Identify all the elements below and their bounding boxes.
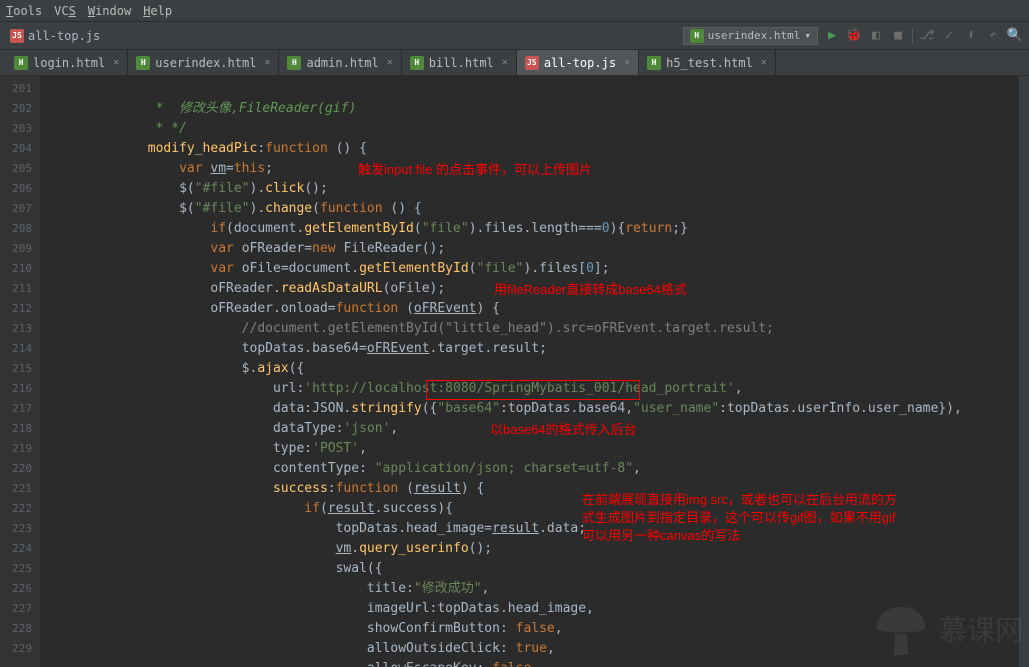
annotation-1: 触发input file 的点击事件，可以上传图片	[358, 160, 592, 180]
menu-help[interactable]: Help	[143, 4, 172, 18]
close-icon[interactable]: ✕	[264, 57, 270, 68]
line-gutter: 201 202 203 204 205 206 207 208 209 210 …	[0, 76, 40, 667]
run-config-select[interactable]: H userindex.html ▾	[683, 27, 818, 45]
vertical-scrollbar[interactable]	[1019, 76, 1029, 667]
search-icon[interactable]: 🔍	[1007, 28, 1023, 44]
breadcrumb-file-label: all-top.js	[28, 29, 100, 43]
annotation-4: 在前端展现直接用img src，或者也可以在后台用流的方式生成图片到指定目录，这…	[582, 491, 902, 545]
html-file-icon: H	[14, 56, 28, 70]
update-icon[interactable]: ⬇	[963, 28, 979, 44]
watermark: 慕课网	[871, 601, 1023, 661]
close-icon[interactable]: ✕	[113, 57, 119, 68]
html-file-icon: H	[410, 56, 424, 70]
annotation-3: 以base64的格式传入后台	[490, 420, 637, 440]
html-file-icon: H	[287, 56, 301, 70]
tab-userindex[interactable]: Huserindex.html✕	[128, 50, 279, 75]
close-icon[interactable]: ✕	[387, 57, 393, 68]
html-file-icon: H	[136, 56, 150, 70]
tab-h5-test[interactable]: Hh5_test.html✕	[639, 50, 776, 75]
revert-icon[interactable]: ↶	[985, 28, 1001, 44]
menu-bar: Tools VCS Window Help	[0, 0, 1029, 22]
commit-icon[interactable]: ✓	[941, 28, 957, 44]
mushroom-icon	[871, 601, 931, 661]
menu-window[interactable]: Window	[88, 4, 131, 18]
annotation-2: 用fileReader直接转成base64格式	[494, 280, 687, 300]
js-file-icon: JS	[10, 29, 24, 43]
editor-area: 201 202 203 204 205 206 207 208 209 210 …	[0, 76, 1029, 667]
js-file-icon: JS	[525, 56, 539, 70]
toolbar: JS all-top.js H userindex.html ▾ ▶ 🐞 ◧ ■…	[0, 22, 1029, 50]
tab-admin[interactable]: Hadmin.html✕	[279, 50, 401, 75]
close-icon[interactable]: ✕	[502, 57, 508, 68]
debug-icon[interactable]: 🐞	[846, 28, 862, 44]
tab-login[interactable]: Hlogin.html✕	[6, 50, 128, 75]
run-config-label: userindex.html	[708, 29, 801, 42]
code-editor[interactable]: * 修改头像,FileReader(gif) * */ modify_headP…	[40, 76, 1029, 667]
html-file-icon: H	[647, 56, 661, 70]
stop-icon[interactable]: ■	[890, 28, 906, 44]
branch-icon[interactable]: ⎇	[919, 28, 935, 44]
html-file-icon: H	[690, 29, 704, 43]
tab-bill[interactable]: Hbill.html✕	[402, 50, 517, 75]
tab-all-top[interactable]: JSall-top.js✕	[517, 50, 639, 75]
editor-tabs: Hlogin.html✕ Huserindex.html✕ Hadmin.htm…	[0, 50, 1029, 76]
menu-tools[interactable]: Tools	[6, 4, 42, 18]
chevron-down-icon: ▾	[804, 29, 811, 42]
breadcrumb-file[interactable]: JS all-top.js	[6, 27, 104, 45]
menu-vcs[interactable]: VCS	[54, 4, 76, 18]
run-icon[interactable]: ▶	[824, 28, 840, 44]
close-icon[interactable]: ✕	[624, 57, 630, 68]
close-icon[interactable]: ✕	[761, 57, 767, 68]
coverage-icon[interactable]: ◧	[868, 28, 884, 44]
highlight-box-1	[426, 380, 640, 400]
